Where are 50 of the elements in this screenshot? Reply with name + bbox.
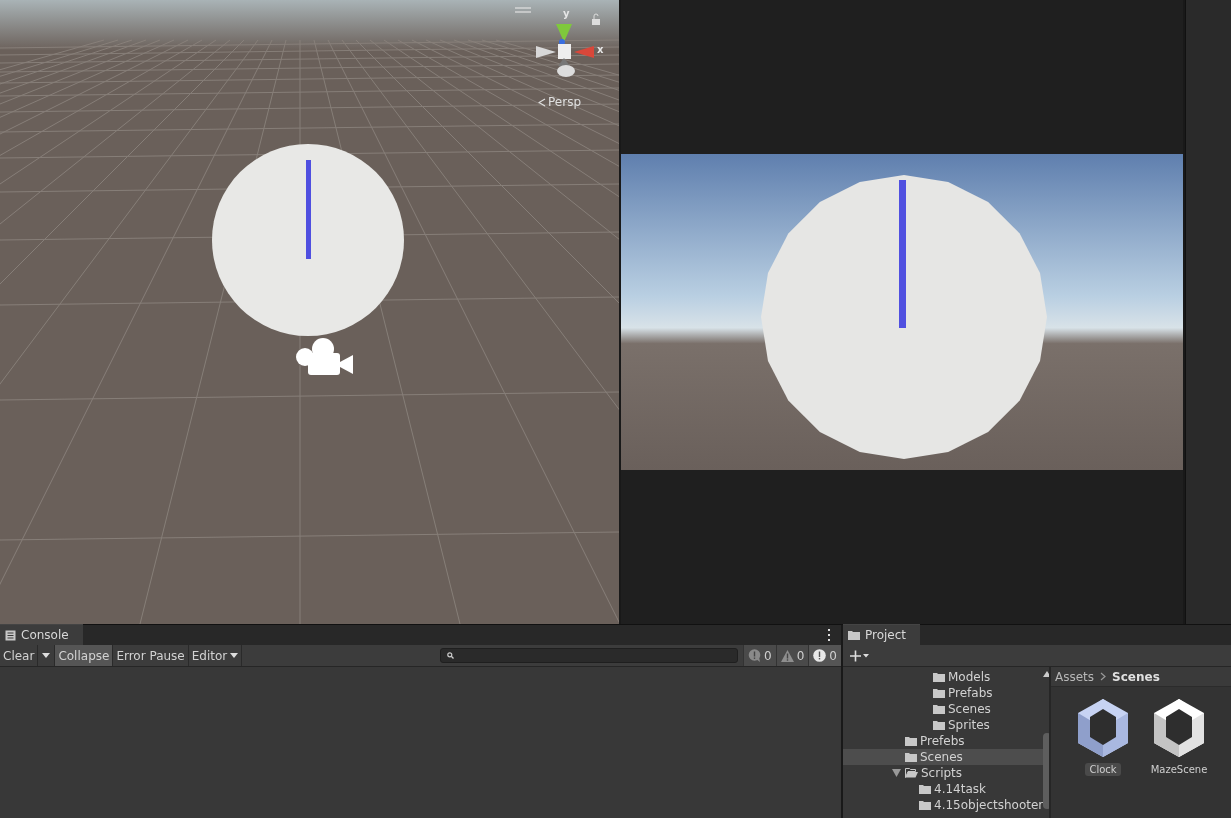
folder-item[interactable]: Prefabs [843, 685, 1044, 701]
asset-label[interactable]: Clock [1085, 763, 1121, 776]
list-icon [5, 629, 16, 641]
log-counter-button[interactable]: 0 [808, 645, 841, 666]
scene-view[interactable]: y x Persp [0, 0, 619, 624]
more-options-icon[interactable] [828, 629, 831, 641]
toggle-button[interactable]: Collapse [55, 645, 114, 666]
folder-item[interactable]: Sprites [843, 717, 1044, 733]
warning-icon [780, 649, 794, 662]
folder-icon [905, 768, 918, 778]
project-tab[interactable]: Project [843, 624, 921, 645]
scroll-up-arrow-icon[interactable] [1043, 671, 1049, 677]
folder-icon [933, 704, 945, 714]
folder-icon [905, 736, 917, 746]
folder-item[interactable]: 4.15objectshooter [843, 797, 1044, 813]
projection-toggle[interactable]: Persp [538, 95, 581, 109]
breadcrumb-link[interactable]: Scenes [1112, 669, 1160, 684]
folder-icon [919, 800, 931, 810]
folder-item[interactable]: Scripts [843, 765, 1044, 781]
folder-item[interactable]: Models [843, 669, 1044, 685]
search-icon [447, 652, 455, 659]
folder-icon [933, 720, 945, 730]
folder-item[interactable]: Scenes [843, 701, 1044, 717]
axis-label: x [597, 44, 604, 56]
folder-icon [905, 752, 917, 762]
chevron-icon [538, 97, 546, 107]
add-button[interactable] [849, 649, 869, 662]
axis-label: y [563, 8, 570, 20]
folder-icon [933, 672, 945, 682]
search-field[interactable] [440, 648, 739, 663]
console-tab[interactable]: Console [0, 624, 83, 645]
camera-icon[interactable] [296, 338, 353, 375]
breadcrumb-link[interactable]: Assets [1055, 669, 1095, 684]
log-counter-button[interactable]: 0 [743, 645, 776, 666]
folder-item[interactable]: Scenes [843, 749, 1044, 765]
log-counter-button[interactable]: 0 [775, 645, 809, 666]
axis-gizmo-drawing[interactable] [536, 24, 594, 77]
folder-icon [933, 688, 945, 698]
folder-item[interactable]: Prefebs [843, 733, 1044, 749]
error-icon [813, 649, 827, 662]
folder-icon [848, 630, 860, 640]
message-icon [748, 649, 762, 662]
cube-icon[interactable] [1078, 699, 1128, 757]
button[interactable]: Clear [0, 645, 39, 666]
asset-label[interactable]: MazeScene [1146, 763, 1212, 776]
clock-face-drawing[interactable] [212, 144, 404, 336]
folder-item[interactable]: 4.14task [843, 781, 1044, 797]
cube-icon[interactable] [1154, 699, 1204, 757]
expanded-arrow-icon[interactable] [892, 769, 901, 777]
folder-icon [919, 784, 931, 794]
